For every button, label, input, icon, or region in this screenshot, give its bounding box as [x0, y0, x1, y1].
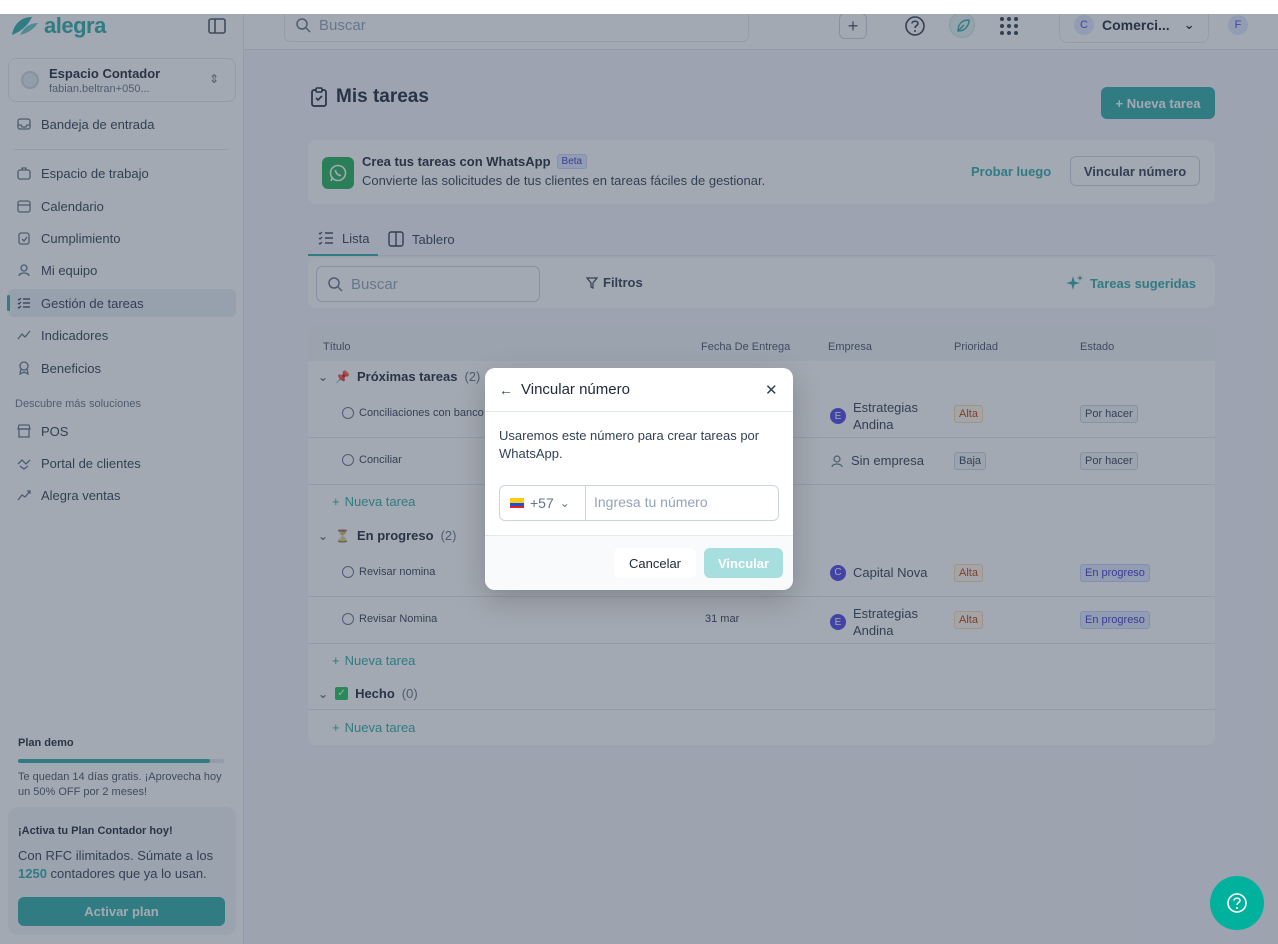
- colombia-flag-icon: [510, 498, 524, 508]
- country-code: +57: [530, 495, 554, 511]
- modal-header: ← Vincular número ✕: [485, 368, 793, 412]
- link-button[interactable]: Vincular: [704, 548, 783, 578]
- question-circle-icon: [1227, 893, 1247, 913]
- back-arrow-icon[interactable]: ←: [499, 382, 513, 398]
- country-code-selector[interactable]: +57 ⌄: [500, 486, 586, 520]
- chevron-down-icon: ⌄: [559, 496, 570, 510]
- link-number-modal: ← Vincular número ✕ Usaremos este número…: [485, 368, 793, 590]
- help-chat-button[interactable]: [1210, 876, 1264, 930]
- phone-number-input[interactable]: Ingresa tu número: [594, 494, 708, 510]
- modal-footer: Cancelar Vincular: [485, 535, 793, 590]
- top-strip: [0, 0, 1278, 14]
- modal-description: Usaremos este número para crear tareas p…: [499, 428, 760, 461]
- close-icon[interactable]: ✕: [765, 381, 778, 399]
- phone-field: +57 ⌄ Ingresa tu número: [499, 485, 779, 521]
- cancel-button[interactable]: Cancelar: [614, 548, 696, 578]
- modal-title: Vincular número: [521, 381, 630, 398]
